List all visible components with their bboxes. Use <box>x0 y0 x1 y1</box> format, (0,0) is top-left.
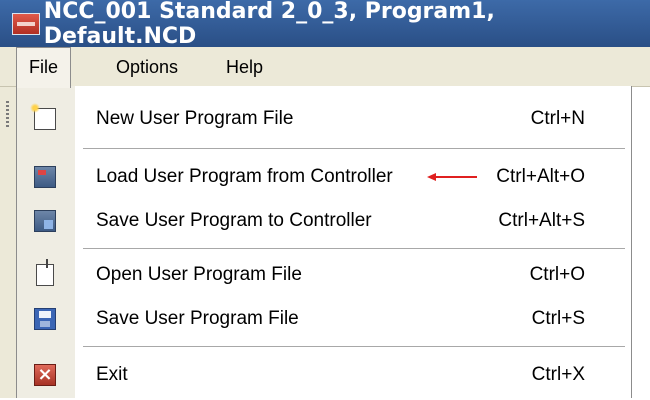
menu-item-shortcut: Ctrl+Alt+S <box>498 210 585 231</box>
menu-item-shortcut: Ctrl+N <box>530 108 585 129</box>
annotation-arrow-icon <box>427 173 477 181</box>
menu-item-shortcut: Ctrl+Alt+O <box>496 166 585 187</box>
menu-item-save-user-program-to-controller[interactable]: Save User Program to Controller Ctrl+Alt… <box>17 196 631 246</box>
title-bar: NCC_001 Standard 2_0_3, Program1, Defaul… <box>0 0 650 49</box>
menu-item-load-user-program-from-controller[interactable]: Load User Program from Controller Ctrl+A… <box>17 152 631 202</box>
menu-item-label: New User Program File <box>96 108 294 129</box>
menu-item-open-user-program-file[interactable]: Open User Program File Ctrl+O <box>17 250 631 300</box>
menu-separator <box>83 148 625 149</box>
menu-help[interactable]: Help <box>214 47 275 87</box>
menu-item-exit[interactable]: × Exit Ctrl+X <box>17 350 631 400</box>
save-disk-icon <box>34 308 56 330</box>
menu-item-new-user-program-file[interactable]: New User Program File Ctrl+N <box>17 94 631 144</box>
new-file-icon <box>30 103 56 130</box>
save-to-controller-icon <box>34 210 56 232</box>
menu-item-shortcut: Ctrl+O <box>529 264 585 285</box>
menu-bar: File Options Help <box>0 47 650 88</box>
menu-item-shortcut: Ctrl+X <box>531 364 585 385</box>
toolbar-grip[interactable] <box>6 101 9 127</box>
window-title: NCC_001 Standard 2_0_3, Program1, Defaul… <box>43 0 495 49</box>
menu-item-label: Save User Program File <box>96 308 299 329</box>
menu-separator <box>83 248 625 249</box>
load-from-controller-icon <box>34 166 56 188</box>
menu-separator <box>83 346 625 347</box>
menu-file[interactable]: File <box>16 47 72 88</box>
toolbar-strip <box>0 87 16 398</box>
menu-item-label: Exit <box>96 364 128 385</box>
menu-options[interactable]: Options <box>104 47 190 87</box>
menu-item-label: Load User Program from Controller <box>96 166 393 187</box>
menu-item-label: Open User Program File <box>96 264 302 285</box>
menu-item-save-user-program-file[interactable]: Save User Program File Ctrl+S <box>17 294 631 344</box>
file-dropdown-menu: New User Program File Ctrl+N Load User P… <box>16 86 632 398</box>
menu-item-shortcut: Ctrl+S <box>531 308 585 329</box>
menu-item-label: Save User Program to Controller <box>96 210 372 231</box>
open-file-icon <box>36 259 54 286</box>
app-icon <box>12 12 40 35</box>
exit-icon: × <box>34 364 56 386</box>
